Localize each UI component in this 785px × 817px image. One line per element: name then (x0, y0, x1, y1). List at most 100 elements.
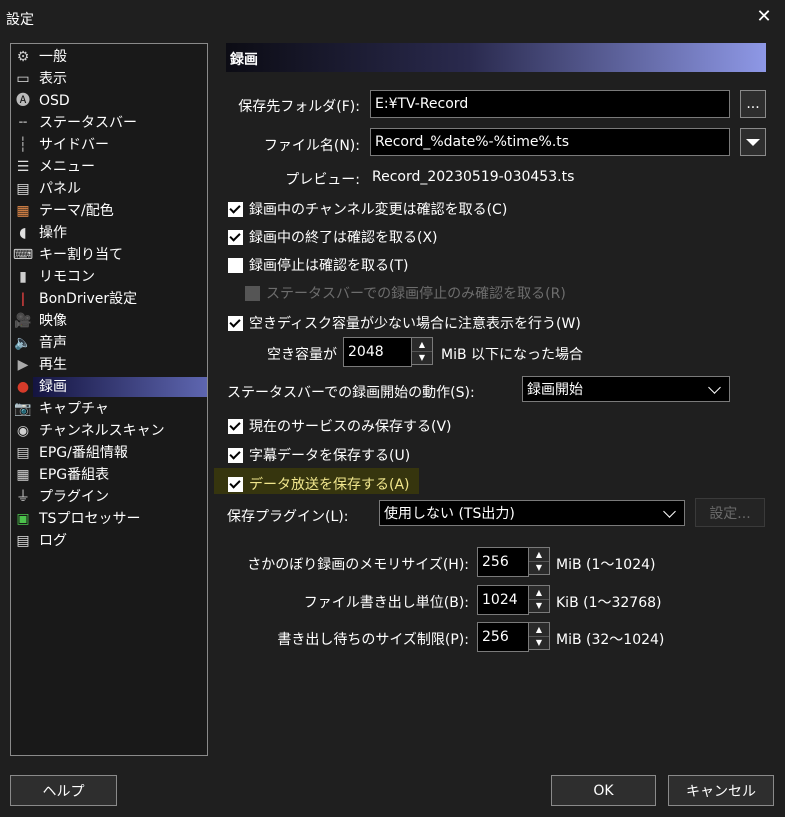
free-space-input[interactable]: 2048 (343, 337, 412, 367)
sidebar-item-label: 録画 (33, 377, 207, 397)
record-icon: ● (16, 379, 30, 395)
folder-label: 保存先フォルダ(F): (238, 99, 360, 115)
sidebar-item-label: EPG/番組情報 (39, 445, 128, 461)
spin-up-icon[interactable]: ▲ (529, 548, 549, 561)
spin-down-icon[interactable]: ▼ (529, 598, 549, 612)
low-disk-warning-checkbox[interactable]: 空きディスク容量が少ない場合に注意表示を行う(W) (228, 313, 581, 333)
video-camera-icon: 🎥 (14, 313, 32, 329)
checkbox-label: 録画中の終了は確認を取る(X) (249, 230, 438, 246)
plugin-select[interactable]: 使用しない (TS出力) (379, 500, 685, 526)
memory-size-spinner[interactable]: 256 ▲ ▼ (477, 547, 550, 577)
folder-input[interactable]: E:¥TV-Record (370, 90, 730, 118)
spin-up-icon[interactable]: ▲ (529, 623, 549, 636)
statusbar-action-label: ステータスバーでの録画開始の動作(S): (227, 385, 475, 401)
pending-size-suffix: MiB (32～1024) (556, 632, 665, 648)
sidebar-item-label: キー割り当て (39, 247, 123, 263)
pending-size-spinner[interactable]: 256 ▲ ▼ (477, 622, 550, 652)
sidebar-item[interactable]: ☰ メニュー (13, 156, 207, 178)
chevron-down-icon (663, 504, 676, 518)
sidebar-item[interactable]: ▤ パネル (13, 178, 207, 200)
filename-input[interactable]: Record_%date%-%time%.ts (370, 128, 730, 156)
sidebar-item-label: 一般 (39, 49, 67, 65)
sidebar-item[interactable]: ● 録画 (13, 376, 207, 398)
sidebar-item[interactable]: ◖ 操作 (13, 222, 207, 244)
sidebar-item[interactable]: 🎥 映像 (13, 310, 207, 332)
sidebar-item-label: プラグイン (39, 489, 109, 505)
help-button[interactable]: ヘルプ (10, 775, 117, 806)
checkbox-box (228, 315, 243, 331)
sidebar-item-label: 映像 (39, 313, 67, 329)
statusbar-action-select[interactable]: 録画開始 (522, 376, 730, 402)
sidebar-item[interactable]: ▭ 表示 (13, 68, 207, 90)
checkbox-box (228, 447, 243, 463)
spin-up-icon[interactable]: ▲ (529, 586, 549, 599)
ok-button[interactable]: OK (551, 775, 656, 806)
memory-size-label: さかのぼり録画のメモリサイズ(H): (247, 557, 469, 573)
sidebar-item-label: 表示 (39, 71, 67, 87)
sidebar-item[interactable]: ⌨ キー割り当て (13, 244, 207, 266)
checkbox-box (228, 476, 243, 492)
plugin-settings-button: 設定... (695, 498, 765, 527)
spin-up-icon[interactable]: ▲ (412, 338, 432, 351)
sidebar-item[interactable]: 🅐 OSD (13, 90, 207, 112)
filename-label: ファイル名(N): (263, 138, 360, 154)
dropdown-arrow-icon (746, 138, 760, 146)
sidebar-item-label: チャンネルスキャン (39, 423, 165, 439)
write-unit-input[interactable]: 1024 (477, 585, 529, 615)
browse-button[interactable]: ... (740, 90, 766, 118)
checkbox-label: 録画中のチャンネル変更は確認を取る(C) (249, 202, 508, 218)
confirm-exit-checkbox[interactable]: 録画中の終了は確認を取る(X) (228, 227, 438, 247)
sidebar-item[interactable]: ▣ TSプロセッサー (13, 508, 207, 530)
sidebar-item[interactable]: ⏚ プラグイン (13, 486, 207, 508)
sidebar-item-label: メニュー (39, 159, 95, 175)
confirm-channel-change-checkbox[interactable]: 録画中のチャンネル変更は確認を取る(C) (228, 199, 507, 219)
spin-down-icon[interactable]: ▼ (529, 635, 549, 649)
memory-size-suffix: MiB (1～1024) (556, 557, 656, 573)
sidebar-item[interactable]: ◉ チャンネルスキャン (13, 420, 207, 442)
sidebar-item-label: EPG番組表 (39, 467, 110, 483)
panel-icon: ▤ (16, 181, 30, 197)
sidebar-item-label: ログ (39, 533, 67, 549)
confirm-stop-checkbox[interactable]: 録画停止は確認を取る(T) (228, 255, 408, 275)
checkbox-label: 録画停止は確認を取る(T) (249, 258, 409, 274)
sidebar-item[interactable]: ┆ サイドバー (13, 134, 207, 156)
plugin-icon: ⏚ (16, 489, 30, 505)
sidebar-item-label: 再生 (39, 357, 67, 373)
save-caption-checkbox[interactable]: 字幕データを保存する(U) (228, 445, 410, 465)
current-service-only-checkbox[interactable]: 現在のサービスのみ保存する(V) (228, 416, 452, 436)
sidebar-item[interactable]: ⚙ 一般 (13, 46, 207, 68)
spin-down-icon[interactable]: ▼ (412, 350, 432, 364)
sidebar-item[interactable]: ╌ ステータスバー (13, 112, 207, 134)
sidebar-item-label: サイドバー (39, 137, 109, 153)
cancel-button[interactable]: キャンセル (668, 775, 774, 806)
gear-icon: ⚙ (16, 49, 30, 65)
sidebar-item[interactable]: 📷 キャプチャ (13, 398, 207, 420)
sidebar-item[interactable]: ▦ EPG番組表 (13, 464, 207, 486)
free-space-spinner[interactable]: 2048 ▲ ▼ (343, 337, 433, 367)
write-unit-spinner[interactable]: 1024 ▲ ▼ (477, 585, 550, 615)
sidebar-item[interactable]: ▶ 再生 (13, 354, 207, 376)
sidebar-item-label: BonDriver設定 (39, 291, 138, 307)
checkbox-box (228, 201, 243, 217)
sidebar-item-label: パネル (39, 181, 81, 197)
close-icon[interactable]: ✕ (752, 4, 776, 30)
statusbar-action-value: 録画開始 (527, 382, 583, 398)
sidebar-item[interactable]: ▦ テーマ/配色 (13, 200, 207, 222)
checkbox-box (228, 418, 243, 434)
checkbox-box (228, 229, 243, 245)
memory-size-input[interactable]: 256 (477, 547, 529, 577)
filename-format-dropdown[interactable] (740, 128, 766, 156)
settings-category-list[interactable]: ⚙ 一般 ▭ 表示 🅐 OSD ╌ ステータスバー ┆ サイドバー ☰ メニュー ▤ パネル ▦ テーマ/配色… (10, 43, 208, 756)
pending-size-input[interactable]: 256 (477, 622, 529, 652)
pending-size-label: 書き出し待ちのサイズ制限(P): (277, 632, 469, 648)
sidebar-item[interactable]: ▮ リモコン (13, 266, 207, 288)
save-data-broadcast-checkbox[interactable]: データ放送を保存する(A) (228, 474, 410, 494)
play-icon: ▶ (17, 357, 29, 373)
checkbox-label: 空きディスク容量が少ない場合に注意表示を行う(W) (249, 316, 581, 332)
sidebar-item[interactable]: ▤ EPG/番組情報 (13, 442, 207, 464)
sidebar-item[interactable]: 🔈 音声 (13, 332, 207, 354)
sidebar-item[interactable]: ǀ BonDriver設定 (13, 288, 207, 310)
preview-value: Record_20230519-030453.ts (372, 169, 575, 185)
sidebar-item[interactable]: ▤ ログ (13, 530, 207, 552)
spin-down-icon[interactable]: ▼ (529, 560, 549, 574)
